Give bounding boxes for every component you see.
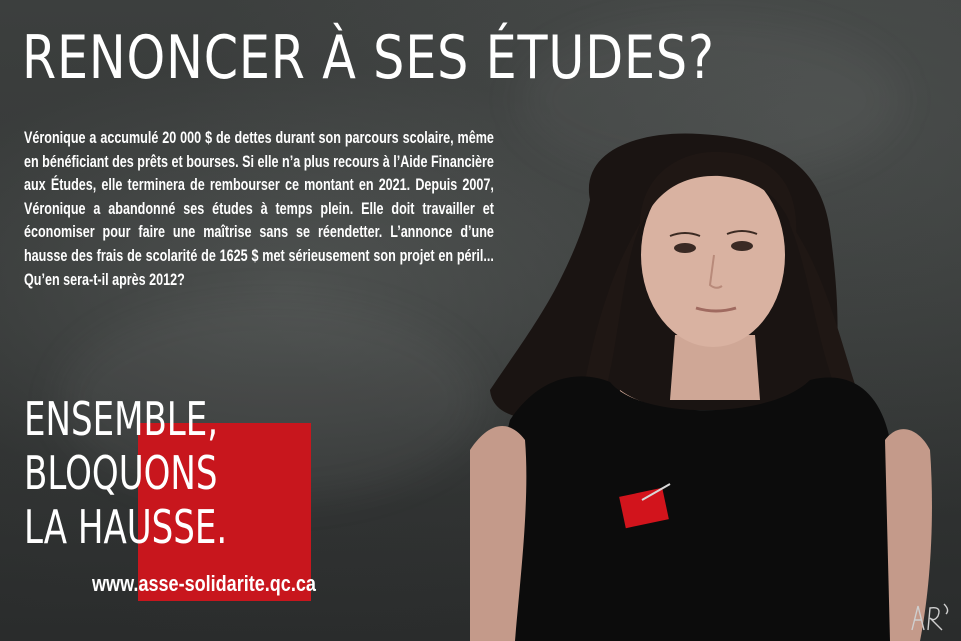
poster: RENONCER À SES ÉTUDES? Véronique a accum… [0, 0, 961, 641]
portrait-photo [470, 133, 932, 641]
slogan-line-1: ENSEMBLE, [24, 392, 219, 446]
slogan-line-2: BLOQUONS [24, 446, 218, 500]
artist-signature-icon [911, 603, 949, 631]
website-link[interactable]: www.asse-solidarite.qc.ca [92, 571, 316, 597]
slogan: ENSEMBLE, BLOQUONS LA HAUSSE. [24, 392, 227, 554]
story-paragraph: Véronique a accumulé 20 000 $ de dettes … [24, 128, 494, 289]
headline: RENONCER À SES ÉTUDES? [22, 23, 715, 93]
slogan-line-3: LA HAUSSE. [24, 500, 228, 554]
